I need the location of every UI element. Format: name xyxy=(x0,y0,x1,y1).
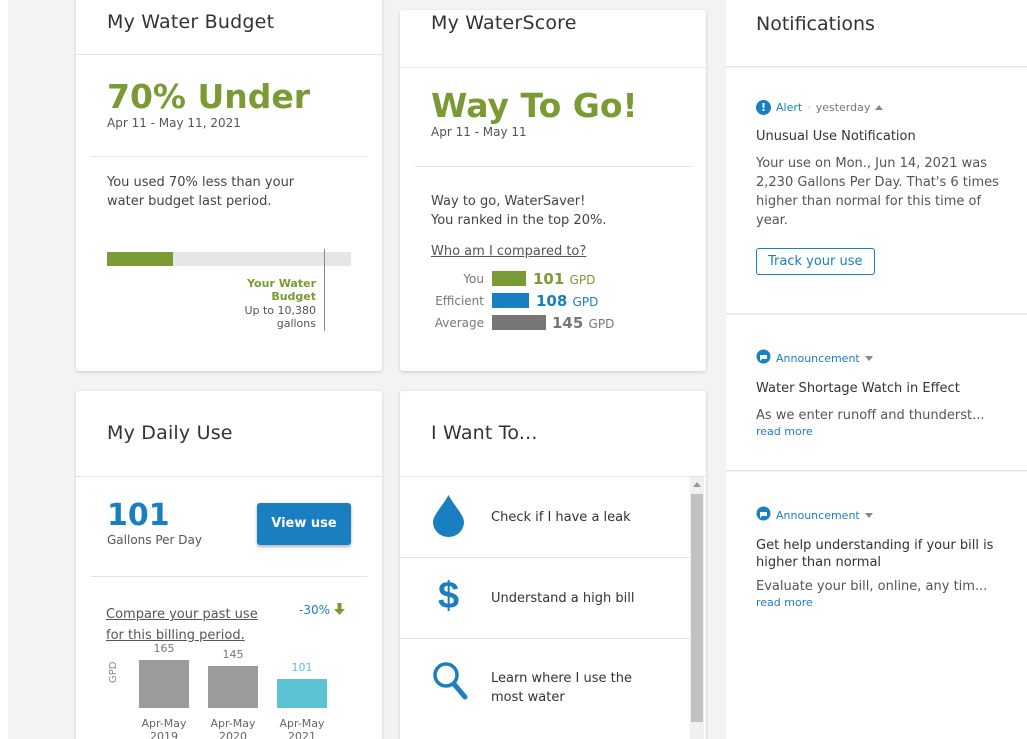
bar-value-label: 165 xyxy=(153,642,175,655)
score-bar-you xyxy=(492,271,526,286)
bar-category-label: Apr-May 2021 xyxy=(279,717,325,739)
bar xyxy=(139,660,189,708)
dollar-icon: $ xyxy=(438,575,460,617)
scroll-up-arrow-icon[interactable] xyxy=(693,482,701,487)
daily-use-title: My Daily Use xyxy=(76,391,382,477)
notifications-header: Notifications xyxy=(726,0,1027,67)
waterscore-title: My WaterScore xyxy=(400,10,706,68)
water-budget-card: My Water Budget 70% Under Apr 11 - May 1… xyxy=(76,0,382,371)
change-indicator: -30% xyxy=(299,603,345,618)
score-bar-efficient xyxy=(492,293,529,308)
left-strip xyxy=(0,0,8,739)
divider xyxy=(91,576,367,577)
bar-chart: 165 Apr-May 2019 145 Apr-May 2020 101 Apr-May… xyxy=(136,642,336,739)
daily-axis-label: GPD xyxy=(108,661,119,683)
view-use-button[interactable]: View use xyxy=(257,503,351,545)
who-compared-link[interactable]: Who am I compared to? xyxy=(431,244,586,259)
notification-body: Evaluate your bill, online, any tim... xyxy=(756,579,988,594)
budget-status: 70% Under xyxy=(107,77,311,116)
notification-tag: Announcement xyxy=(776,351,860,365)
chevron-down-icon[interactable] xyxy=(864,355,873,361)
notification-announcement-2: Announcement Get help understanding if y… xyxy=(726,472,1027,739)
want-item-where[interactable]: Learn where I use the most water xyxy=(400,639,690,720)
want-item-bill[interactable]: $ Understand a high bill xyxy=(400,558,690,639)
notification-body: As we enter runoff and thunderst... xyxy=(756,408,985,423)
notification-body: Your use on Mon., Jun 14, 2021 was 2,230… xyxy=(756,156,999,228)
notification-title: Unusual Use Notification xyxy=(756,129,916,144)
waterscore-card: My WaterScore Way To Go! Apr 11 - May 11… xyxy=(400,10,706,371)
budget-bar-fill xyxy=(107,252,173,266)
i-want-to-card: I Want To... Check if I have a leak $ Un… xyxy=(400,391,706,739)
alert-icon: ! xyxy=(756,100,771,115)
score-status: Way To Go! xyxy=(431,86,638,125)
i-want-to-title: I Want To... xyxy=(400,391,706,477)
chevron-up-icon[interactable] xyxy=(875,105,884,110)
budget-date: Apr 11 - May 11, 2021 xyxy=(107,116,241,130)
notification-when: yesterday xyxy=(815,101,871,114)
scrollbar-thumb[interactable] xyxy=(691,494,703,722)
notifications-title: Notifications xyxy=(756,13,875,35)
budget-description: You used 70% less than your water budget… xyxy=(107,175,295,209)
announcement-icon xyxy=(756,349,771,367)
bar-value-label: 145 xyxy=(222,648,244,661)
bar-category-label: Apr-May 2020 xyxy=(210,717,256,739)
bar-category-label: Apr-May 2019 xyxy=(141,717,187,739)
bar xyxy=(208,666,258,708)
compare-past-use-link[interactable]: Compare your past use for this billing p… xyxy=(106,607,258,643)
bar-value-label: 101 xyxy=(291,661,313,674)
notification-alert: ! Alert · yesterday Unusual Use Notifica… xyxy=(726,68,1027,314)
daily-use-card: My Daily Use 101 Gallons Per Day View us… xyxy=(76,391,382,739)
arrow-down-icon xyxy=(333,603,345,618)
notification-announcement-1: Announcement Water Shortage Watch in Eff… xyxy=(726,315,1027,471)
budget-bar xyxy=(107,252,351,266)
daily-unit: Gallons Per Day xyxy=(107,533,202,547)
budget-marker-label: Your Water Budget xyxy=(247,277,316,303)
budget-marker-line xyxy=(324,249,325,331)
budget-marker-sub: Up to 10,380 gallons xyxy=(244,304,316,330)
read-more-link[interactable]: read more xyxy=(756,596,1003,609)
notification-tag: Announcement xyxy=(776,508,860,522)
scrollbar[interactable] xyxy=(690,477,704,739)
notification-title: Get help understanding if your bill is h… xyxy=(756,538,994,570)
bar xyxy=(277,679,327,708)
daily-value: 101 xyxy=(107,498,170,533)
want-item-leak[interactable]: Check if I have a leak xyxy=(400,477,690,558)
notification-title: Water Shortage Watch in Effect xyxy=(756,381,960,396)
score-bar-average xyxy=(492,315,546,330)
magnifier-icon xyxy=(432,661,468,705)
chevron-down-icon[interactable] xyxy=(864,512,873,518)
announcement-icon xyxy=(756,506,771,524)
score-date: Apr 11 - May 11 xyxy=(431,125,527,139)
water-budget-title: My Water Budget xyxy=(76,0,382,55)
read-more-link[interactable]: read more xyxy=(756,425,1003,438)
score-line1: Way to go, WaterSaver! xyxy=(431,194,586,209)
score-line2: You ranked in the top 20%. xyxy=(431,213,607,228)
water-drop-icon xyxy=(432,495,465,541)
notification-tag: Alert xyxy=(776,101,803,114)
track-your-use-button[interactable]: Track your use xyxy=(756,248,875,275)
